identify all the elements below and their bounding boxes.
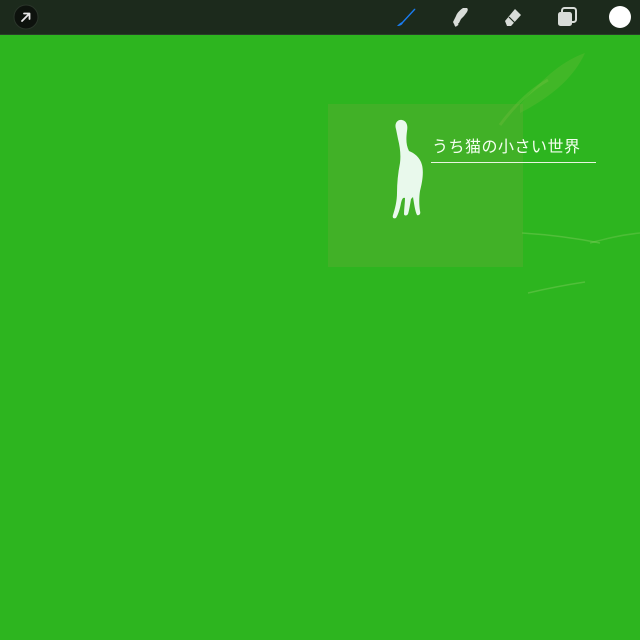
layers-icon [558, 7, 577, 26]
arrow-icon [13, 4, 39, 30]
eraser-icon [505, 9, 521, 26]
layers-button[interactable] [554, 4, 580, 30]
brush-icon [397, 8, 416, 26]
top-toolbar [0, 0, 640, 35]
smudge-button[interactable] [447, 4, 473, 30]
brush-button[interactable] [393, 4, 419, 30]
color-swatch-icon [609, 6, 631, 28]
title-underline [431, 162, 596, 163]
color-button[interactable] [607, 4, 633, 30]
drawing-canvas[interactable]: うち猫の小さい世界 [0, 35, 640, 640]
branch-decoration [498, 53, 640, 294]
modify-arrow-button[interactable] [13, 4, 39, 30]
cat-silhouette [392, 119, 423, 219]
canvas-title: うち猫の小さい世界 [432, 137, 581, 156]
smudge-icon [453, 8, 468, 27]
eraser-button[interactable] [500, 4, 526, 30]
